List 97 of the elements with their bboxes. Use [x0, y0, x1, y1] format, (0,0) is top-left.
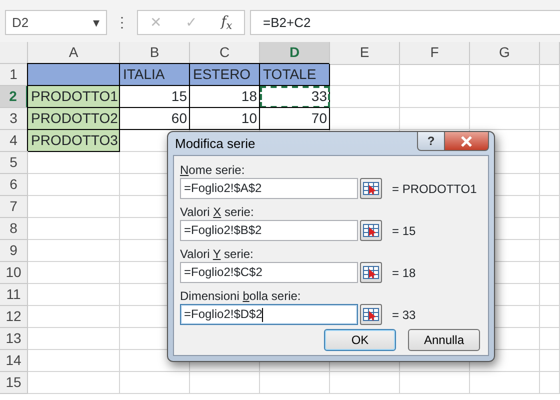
- empty-cell[interactable]: [470, 86, 540, 108]
- column-header[interactable]: D: [260, 42, 330, 65]
- row-header[interactable]: 2: [0, 86, 28, 108]
- empty-cell[interactable]: [540, 240, 560, 262]
- table-cell[interactable]: PRODOTTO1: [28, 86, 120, 108]
- column-header[interactable]: [540, 42, 560, 65]
- table-cell[interactable]: 70: [260, 108, 330, 130]
- empty-cell[interactable]: [400, 86, 470, 108]
- empty-cell[interactable]: [330, 372, 400, 394]
- row-header[interactable]: 11: [0, 284, 28, 306]
- row-header[interactable]: 10: [0, 262, 28, 284]
- field-label: Nome serie:: [180, 162, 246, 178]
- empty-cell[interactable]: [540, 306, 560, 328]
- empty-cell[interactable]: [540, 174, 560, 196]
- row-header[interactable]: 9: [0, 240, 28, 262]
- formula-field[interactable]: =B2+C2: [250, 10, 560, 35]
- more-options-icon[interactable]: ⋮: [115, 14, 129, 30]
- table-cell[interactable]: TOTALE: [260, 64, 330, 86]
- empty-cell[interactable]: [540, 372, 560, 394]
- empty-cell[interactable]: [120, 372, 190, 394]
- range-icon: [363, 224, 379, 237]
- cancel-button[interactable]: Annulla: [408, 329, 480, 351]
- row-header[interactable]: 4: [0, 130, 28, 152]
- column-header[interactable]: E: [330, 42, 400, 65]
- column-header[interactable]: B: [120, 42, 190, 65]
- input-field[interactable]: =Foglio2!$C$2: [180, 262, 358, 283]
- empty-cell[interactable]: [540, 328, 560, 350]
- row-header[interactable]: 6: [0, 174, 28, 196]
- range-select-button[interactable]: [360, 220, 382, 241]
- row-header[interactable]: 14: [0, 350, 28, 372]
- field-label: Valori X serie:: [180, 204, 255, 220]
- table-cell[interactable]: 60: [120, 108, 190, 130]
- empty-cell[interactable]: [330, 108, 400, 130]
- range-icon: [363, 308, 379, 321]
- input-field[interactable]: =Foglio2!$D$2: [180, 304, 358, 325]
- row-header[interactable]: 12: [0, 306, 28, 328]
- input-field[interactable]: =Foglio2!$B$2: [180, 220, 358, 241]
- row-header[interactable]: 15: [0, 372, 28, 394]
- empty-cell[interactable]: [400, 64, 470, 86]
- empty-cell[interactable]: [540, 152, 560, 174]
- select-all-corner[interactable]: [0, 42, 28, 64]
- table-cell[interactable]: 18: [190, 86, 260, 108]
- column-header[interactable]: C: [190, 42, 260, 65]
- result-value: = 18: [392, 264, 416, 282]
- cell-fill[interactable]: [28, 64, 120, 86]
- empty-cell[interactable]: [540, 86, 560, 108]
- empty-cell[interactable]: [470, 64, 540, 86]
- row-header[interactable]: 8: [0, 218, 28, 240]
- help-button[interactable]: ?: [417, 132, 445, 151]
- empty-cell[interactable]: [470, 372, 540, 394]
- range-icon: [363, 182, 379, 195]
- table-cell[interactable]: 33: [260, 86, 330, 108]
- result-value: = PRODOTTO1: [392, 180, 477, 198]
- empty-cell[interactable]: [400, 372, 470, 394]
- insert-function-button[interactable]: f$_{x}$: [221, 12, 232, 33]
- empty-cell[interactable]: [470, 108, 540, 130]
- empty-cell[interactable]: [190, 372, 260, 394]
- row-header[interactable]: 5: [0, 152, 28, 174]
- row-header[interactable]: 1: [0, 64, 28, 86]
- result-value: = 15: [392, 222, 416, 240]
- empty-cell[interactable]: [330, 86, 400, 108]
- empty-cell[interactable]: [540, 284, 560, 306]
- dropdown-caret-icon[interactable]: ▾: [93, 12, 100, 32]
- column-header[interactable]: A: [28, 42, 120, 65]
- cell-reference: D2: [12, 14, 29, 32]
- name-box[interactable]: D2 ▾: [5, 10, 107, 35]
- table-cell[interactable]: PRODOTTO2: [28, 108, 120, 130]
- row-header[interactable]: 3: [0, 108, 28, 130]
- column-header[interactable]: G: [470, 42, 540, 65]
- field-label: Valori Y serie:: [180, 246, 254, 262]
- table-cell[interactable]: ESTERO: [190, 64, 260, 86]
- table-cell[interactable]: 15: [120, 86, 190, 108]
- empty-cell[interactable]: [540, 196, 560, 218]
- empty-cell[interactable]: [260, 372, 330, 394]
- table-cell[interactable]: 10: [190, 108, 260, 130]
- close-icon: [460, 136, 473, 146]
- range-select-button[interactable]: [360, 262, 382, 283]
- empty-cell[interactable]: [540, 130, 560, 152]
- field-label: Dimensioni bolla serie:: [180, 288, 302, 304]
- range-icon: [363, 266, 379, 279]
- range-select-button[interactable]: [360, 304, 382, 325]
- empty-cell[interactable]: [540, 108, 560, 130]
- range-select-button[interactable]: [360, 178, 382, 199]
- close-button[interactable]: [445, 132, 489, 151]
- input-field[interactable]: =Foglio2!$A$2: [180, 178, 358, 199]
- dialog-title: Modifica serie: [174, 134, 256, 153]
- column-header[interactable]: F: [400, 42, 470, 65]
- result-value: = 33: [392, 306, 416, 324]
- ok-button[interactable]: OK: [324, 329, 396, 351]
- empty-cell[interactable]: [400, 108, 470, 130]
- empty-cell[interactable]: [540, 262, 560, 284]
- row-header[interactable]: 7: [0, 196, 28, 218]
- row-header[interactable]: 13: [0, 328, 28, 350]
- empty-cell[interactable]: [540, 350, 560, 372]
- table-cell[interactable]: ITALIA: [120, 64, 190, 86]
- empty-cell[interactable]: [540, 218, 560, 240]
- table-cell[interactable]: PRODOTTO3: [28, 130, 120, 152]
